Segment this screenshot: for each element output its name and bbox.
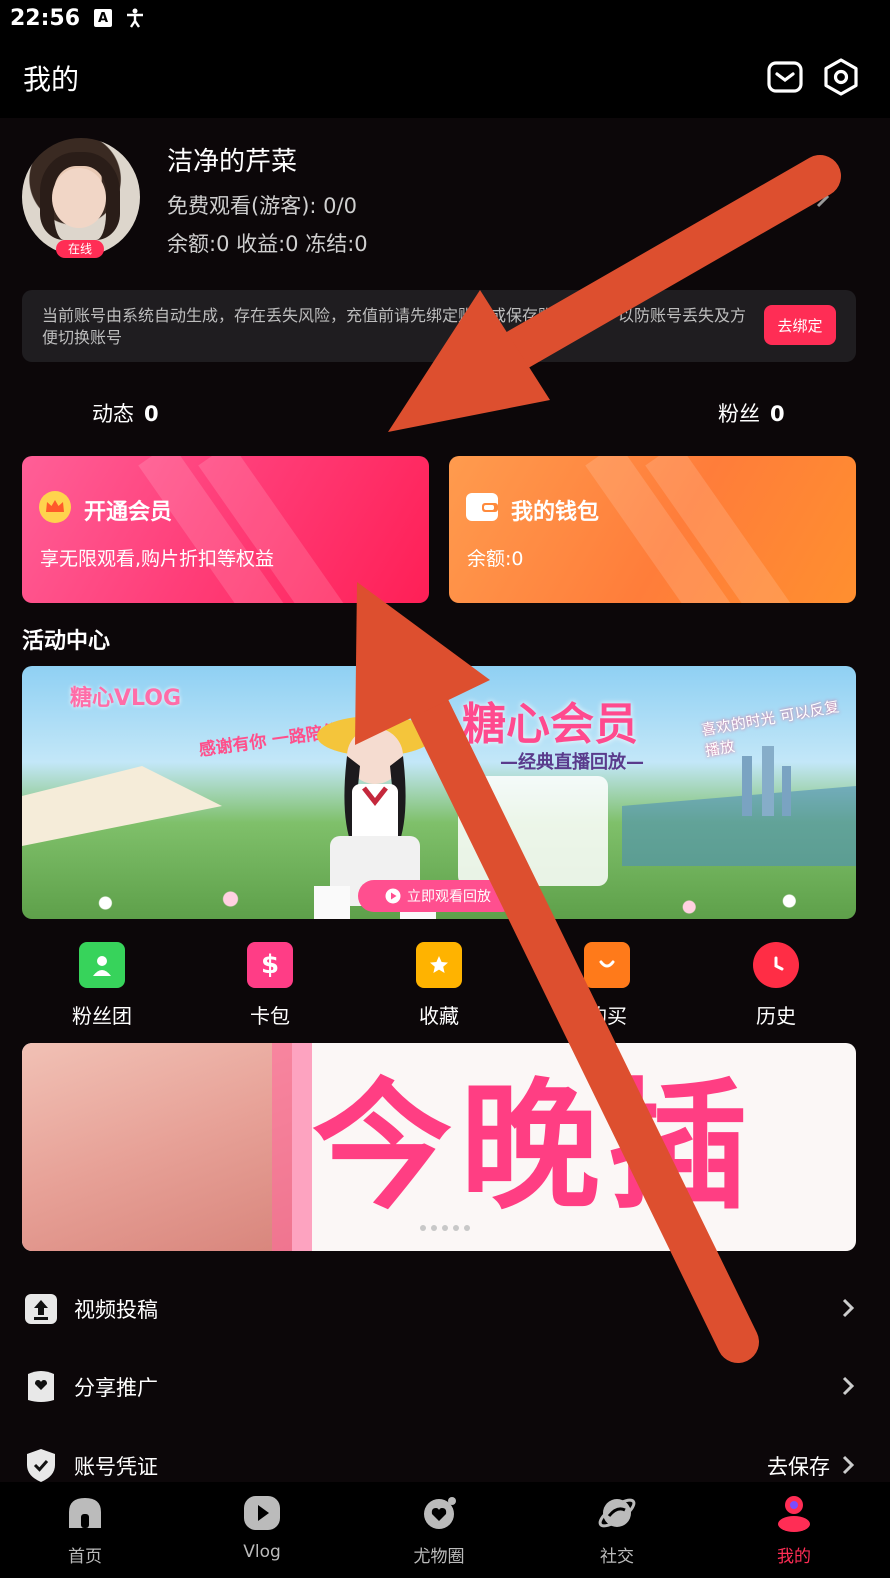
play-circle-icon	[385, 888, 401, 904]
tab-label: 尤物圈	[413, 1547, 465, 1567]
stat-fans-value: 0	[770, 402, 785, 426]
accessibility-icon	[126, 8, 144, 28]
menu-share-promote[interactable]: 分享推广	[22, 1364, 860, 1408]
app-header: 我的	[0, 36, 890, 118]
tab-mine[interactable]: 我的	[749, 1492, 839, 1567]
history-icon	[753, 942, 799, 988]
quick-link-card-pack[interactable]: $ 卡包	[220, 942, 320, 1029]
quick-link-favorites[interactable]: 收藏	[389, 942, 489, 1029]
quick-link-label: 卡包	[250, 1004, 290, 1028]
online-badge: 在线	[56, 240, 104, 258]
tab-home[interactable]: 首页	[40, 1492, 130, 1567]
carousel-dot[interactable]	[442, 1225, 448, 1231]
balance-summary: 余额:0 收益:0 冻结:0	[167, 232, 368, 256]
bottom-tab-bar: 首页 Vlog 尤物圈 社交 我的	[0, 1482, 890, 1578]
menu-video-upload[interactable]: 视频投稿	[22, 1286, 860, 1330]
tab-social[interactable]: 社交	[572, 1492, 662, 1567]
banner-title: 糖心会员	[462, 699, 638, 750]
quick-link-purchase[interactable]: 购买	[557, 942, 657, 1029]
carousel-dot[interactable]	[453, 1225, 459, 1231]
quick-link-label: 历史	[756, 1004, 796, 1028]
quick-link-fan-club[interactable]: 粉丝团	[52, 942, 152, 1029]
card-pack-icon: $	[247, 942, 293, 988]
settings-icon[interactable]	[822, 58, 860, 96]
status-time: 22:56	[10, 5, 81, 31]
chevron-right-icon	[840, 1453, 856, 1477]
tab-label: 我的	[777, 1547, 811, 1567]
shopping-bag-icon	[584, 942, 630, 988]
carousel-dots[interactable]	[420, 1225, 470, 1231]
menu-label: 账号凭证	[74, 1455, 158, 1479]
banner-brand: 糖心VLOG	[70, 686, 182, 711]
account-notice: 当前账号由系统自动生成，存在丢失风险，充值前请先绑定账号或保存账号凭证，以防账号…	[22, 290, 856, 362]
carousel-dot[interactable]	[420, 1225, 426, 1231]
free-watch-count: 免费观看(游客): 0/0	[167, 194, 357, 218]
fan-club-icon	[79, 942, 125, 988]
quick-link-label: 收藏	[419, 1004, 459, 1028]
stat-dynamic-value: 0	[144, 402, 159, 426]
home-icon	[64, 1492, 106, 1534]
crown-icon	[38, 490, 72, 524]
wallet-icon	[465, 490, 499, 524]
chevron-right-icon[interactable]	[812, 184, 832, 210]
promo-text: 今晚插	[312, 1066, 757, 1229]
tab-label: 社交	[600, 1547, 634, 1567]
profile-icon	[773, 1492, 815, 1534]
status-bar: 22:56 A	[0, 0, 890, 36]
tab-circle[interactable]: 尤物圈	[394, 1492, 484, 1567]
carousel-dot[interactable]	[464, 1225, 470, 1231]
share-icon	[24, 1368, 58, 1404]
activity-section-title: 活动中心	[22, 629, 111, 654]
tab-label: 首页	[68, 1547, 102, 1567]
vip-card-title: 开通会员	[84, 500, 173, 525]
page-title: 我的	[23, 63, 80, 96]
menu-label: 视频投稿	[74, 1298, 158, 1322]
heart-planet-icon	[418, 1492, 460, 1534]
upload-icon	[24, 1290, 58, 1326]
stat-fans-label: 粉丝	[718, 402, 760, 426]
vip-card-subtitle: 享无限观看,购片折扣等权益	[40, 548, 275, 570]
favorites-icon	[416, 942, 462, 988]
tab-vlog[interactable]: Vlog	[217, 1492, 307, 1562]
vip-card[interactable]: 开通会员 享无限观看,购片折扣等权益	[22, 456, 429, 603]
tab-label: Vlog	[243, 1542, 281, 1562]
stat-dynamic-label: 动态	[92, 402, 134, 426]
wallet-card-title: 我的钱包	[511, 500, 600, 525]
watch-replay-button[interactable]: 立即观看回放	[358, 880, 518, 912]
promo-banner[interactable]: 今晚插	[22, 1043, 856, 1251]
wallet-card[interactable]: 我的钱包 余额:0	[449, 456, 856, 603]
banner-subtitle: —经典直播回放—	[500, 752, 644, 773]
quick-link-history[interactable]: 历史	[726, 942, 826, 1029]
bind-account-button[interactable]: 去绑定	[764, 305, 836, 345]
stat-fans[interactable]: 粉丝 0	[718, 398, 785, 428]
save-credential-link[interactable]: 去保存	[767, 1451, 830, 1481]
promo-image	[22, 1043, 292, 1251]
chevron-right-icon	[840, 1374, 856, 1398]
social-planet-icon	[596, 1492, 638, 1534]
message-icon[interactable]	[766, 58, 804, 96]
wallet-card-balance: 余额:0	[467, 548, 524, 570]
activity-banner[interactable]: 糖心VLOG 感谢有你 一路陪伴 糖心会员 —经典直播回放— 喜欢的时光 可以反…	[22, 666, 856, 919]
shield-icon	[24, 1447, 58, 1483]
menu-account-credential[interactable]: 账号凭证 去保存	[22, 1443, 860, 1487]
carousel-dot[interactable]	[431, 1225, 437, 1231]
quick-link-label: 购买	[587, 1004, 627, 1028]
play-icon	[241, 1492, 283, 1534]
chevron-right-icon	[840, 1296, 856, 1320]
watch-replay-label: 立即观看回放	[407, 889, 491, 905]
menu-label: 分享推广	[74, 1376, 158, 1400]
notice-text: 当前账号由系统自动生成，存在丢失风险，充值前请先绑定账号或保存账号凭证，以防账号…	[42, 306, 747, 347]
a-badge-icon: A	[94, 9, 113, 27]
username: 洁净的芹菜	[167, 147, 298, 177]
avatar[interactable]	[22, 138, 140, 256]
quick-link-label: 粉丝团	[72, 1004, 132, 1028]
banner-chat-panel	[458, 776, 608, 886]
stat-dynamic[interactable]: 动态 0	[92, 398, 159, 428]
